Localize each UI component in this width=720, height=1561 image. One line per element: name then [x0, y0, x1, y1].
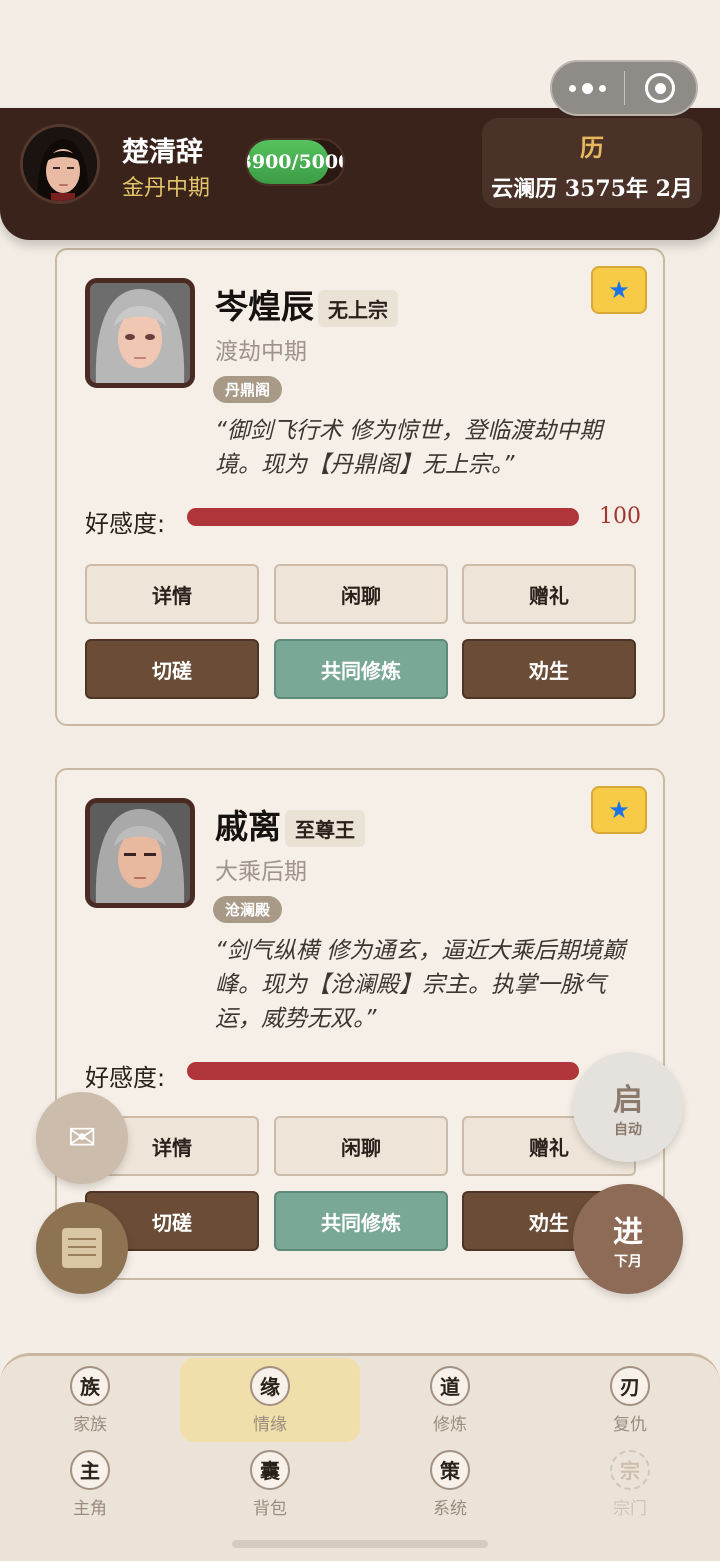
- nav-item-cultivation[interactable]: 道 修炼: [360, 1358, 540, 1442]
- revenge-icon: 刃: [610, 1365, 650, 1406]
- nav-label: 修炼: [433, 1414, 467, 1435]
- companion-portrait[interactable]: [85, 798, 195, 908]
- nav-item-sect[interactable]: 宗 宗门: [540, 1442, 720, 1526]
- cultivate-together-button[interactable]: 共同修炼: [274, 1191, 448, 1251]
- chat-button[interactable]: 闲聊: [274, 564, 448, 624]
- nav-item-family[interactable]: 族 家族: [0, 1358, 180, 1442]
- favor-label: 好感度:: [85, 1064, 166, 1092]
- companion-title-badge: 至尊王: [285, 810, 365, 847]
- companion-sect-badge: 丹鼎阁: [213, 376, 283, 403]
- status-header: 楚清辞 金丹中期 23900/50000 历 云澜历 3575年 2月: [0, 108, 720, 240]
- exp-progress-text: 23900/50000: [247, 151, 343, 173]
- cultivate-together-button[interactable]: 共同修炼: [274, 639, 448, 699]
- auto-play-button[interactable]: 启 自动: [573, 1052, 683, 1162]
- romance-icon: 缘: [250, 1365, 290, 1406]
- favor-label: 好感度:: [85, 510, 166, 538]
- favor-bar: [187, 508, 579, 526]
- companion-portrait-image: [90, 283, 190, 383]
- player-avatar[interactable]: [20, 124, 100, 204]
- close-miniprogram-button[interactable]: [625, 62, 697, 114]
- more-menu-button[interactable]: [552, 62, 624, 114]
- nav-label: 系统: [433, 1498, 467, 1519]
- companion-quote: “御剑飞行术 修为惊世，登临渡劫中期境。现为【丹鼎阁】无上宗。”: [215, 418, 603, 478]
- mail-button[interactable]: ✉: [36, 1092, 128, 1184]
- bottom-navigation: 族 家族 缘 情缘 道 修炼 刃 复仇 主 主角 囊 背包 策 系统 宗 宗门: [0, 1353, 720, 1561]
- companion-card: 戚离 至尊王 大乘后期 沧澜殿 “剑气纵横 修为通玄，逼近大乘后期境巅峰。现为【沧…: [55, 768, 665, 1280]
- companion-name: 岑煌辰 无上宗: [215, 280, 398, 328]
- more-dots-icon: [569, 82, 607, 94]
- favor-value: 100: [599, 504, 641, 529]
- nav-item-backpack[interactable]: 囊 背包: [180, 1442, 360, 1526]
- nav-label: 宗门: [613, 1498, 647, 1519]
- star-icon: ★: [608, 796, 630, 824]
- next-month-glyph: 进: [613, 1215, 643, 1250]
- exp-progress-bar: 23900/50000: [245, 138, 345, 186]
- nav-item-system[interactable]: 策 系统: [360, 1442, 540, 1526]
- home-indicator: [232, 1540, 488, 1548]
- companion-realm: 大乘后期: [215, 859, 307, 885]
- sect-icon: 宗: [610, 1449, 650, 1490]
- nav-item-protagonist[interactable]: 主 主角: [0, 1442, 180, 1526]
- player-name: 楚清辞: [122, 137, 203, 168]
- persuade-button[interactable]: 劝生: [462, 639, 636, 699]
- favor-bar: [187, 1062, 579, 1080]
- nav-label: 家族: [73, 1414, 107, 1435]
- next-month-label: 下月: [614, 1254, 642, 1270]
- star-icon: ★: [608, 276, 630, 304]
- miniprogram-capsule: [550, 60, 698, 116]
- chat-button[interactable]: 闲聊: [274, 1116, 448, 1176]
- calendar-title: 历: [580, 134, 604, 162]
- favorite-star-button[interactable]: ★: [591, 786, 647, 834]
- nav-label: 主角: [73, 1498, 107, 1519]
- nav-label: 情缘: [253, 1414, 287, 1435]
- companion-sect-badge: 沧澜殿: [213, 896, 283, 923]
- cultivation-icon: 道: [430, 1365, 470, 1406]
- companion-name: 戚离 至尊王: [215, 800, 365, 848]
- nav-label: 复仇: [613, 1414, 647, 1435]
- auto-play-glyph: 启: [613, 1083, 643, 1118]
- gift-button[interactable]: 赠礼: [462, 564, 636, 624]
- player-realm: 金丹中期: [122, 176, 211, 201]
- companion-portrait-image: [90, 803, 190, 903]
- player-portrait-image: [23, 127, 97, 201]
- auto-play-label: 自动: [614, 1122, 642, 1138]
- calendar-date: 云澜历 3575年 2月: [491, 176, 693, 202]
- companion-name-text: 戚离: [215, 807, 281, 846]
- companion-portrait[interactable]: [85, 278, 195, 388]
- scroll-icon: [62, 1228, 102, 1268]
- companion-title-badge: 无上宗: [318, 290, 398, 327]
- scroll-log-button[interactable]: [36, 1202, 128, 1294]
- backpack-icon: 囊: [250, 1449, 290, 1490]
- system-icon: 策: [430, 1449, 470, 1490]
- target-icon: [645, 73, 676, 103]
- nav-item-revenge[interactable]: 刃 复仇: [540, 1358, 720, 1442]
- family-icon: 族: [70, 1365, 110, 1406]
- favorite-star-button[interactable]: ★: [591, 266, 647, 314]
- calendar-panel[interactable]: 历 云澜历 3575年 2月: [482, 118, 702, 208]
- companion-name-text: 岑煌辰: [215, 287, 314, 326]
- nav-label: 背包: [253, 1498, 287, 1519]
- nav-item-romance[interactable]: 缘 情缘: [180, 1358, 360, 1442]
- detail-button[interactable]: 详情: [85, 564, 259, 624]
- spar-button[interactable]: 切磋: [85, 639, 259, 699]
- companion-realm: 渡劫中期: [215, 339, 307, 365]
- companion-quote: “剑气纵横 修为通玄，逼近大乘后期境巅峰。现为【沧澜殿】宗主。执掌一脉气运，威势…: [215, 938, 626, 1032]
- envelope-icon: ✉: [67, 1118, 97, 1158]
- companion-card: 岑煌辰 无上宗 渡劫中期 丹鼎阁 “御剑飞行术 修为惊世，登临渡劫中期境。现为【丹…: [55, 248, 665, 726]
- protagonist-icon: 主: [70, 1449, 110, 1490]
- next-month-button[interactable]: 进 下月: [573, 1184, 683, 1294]
